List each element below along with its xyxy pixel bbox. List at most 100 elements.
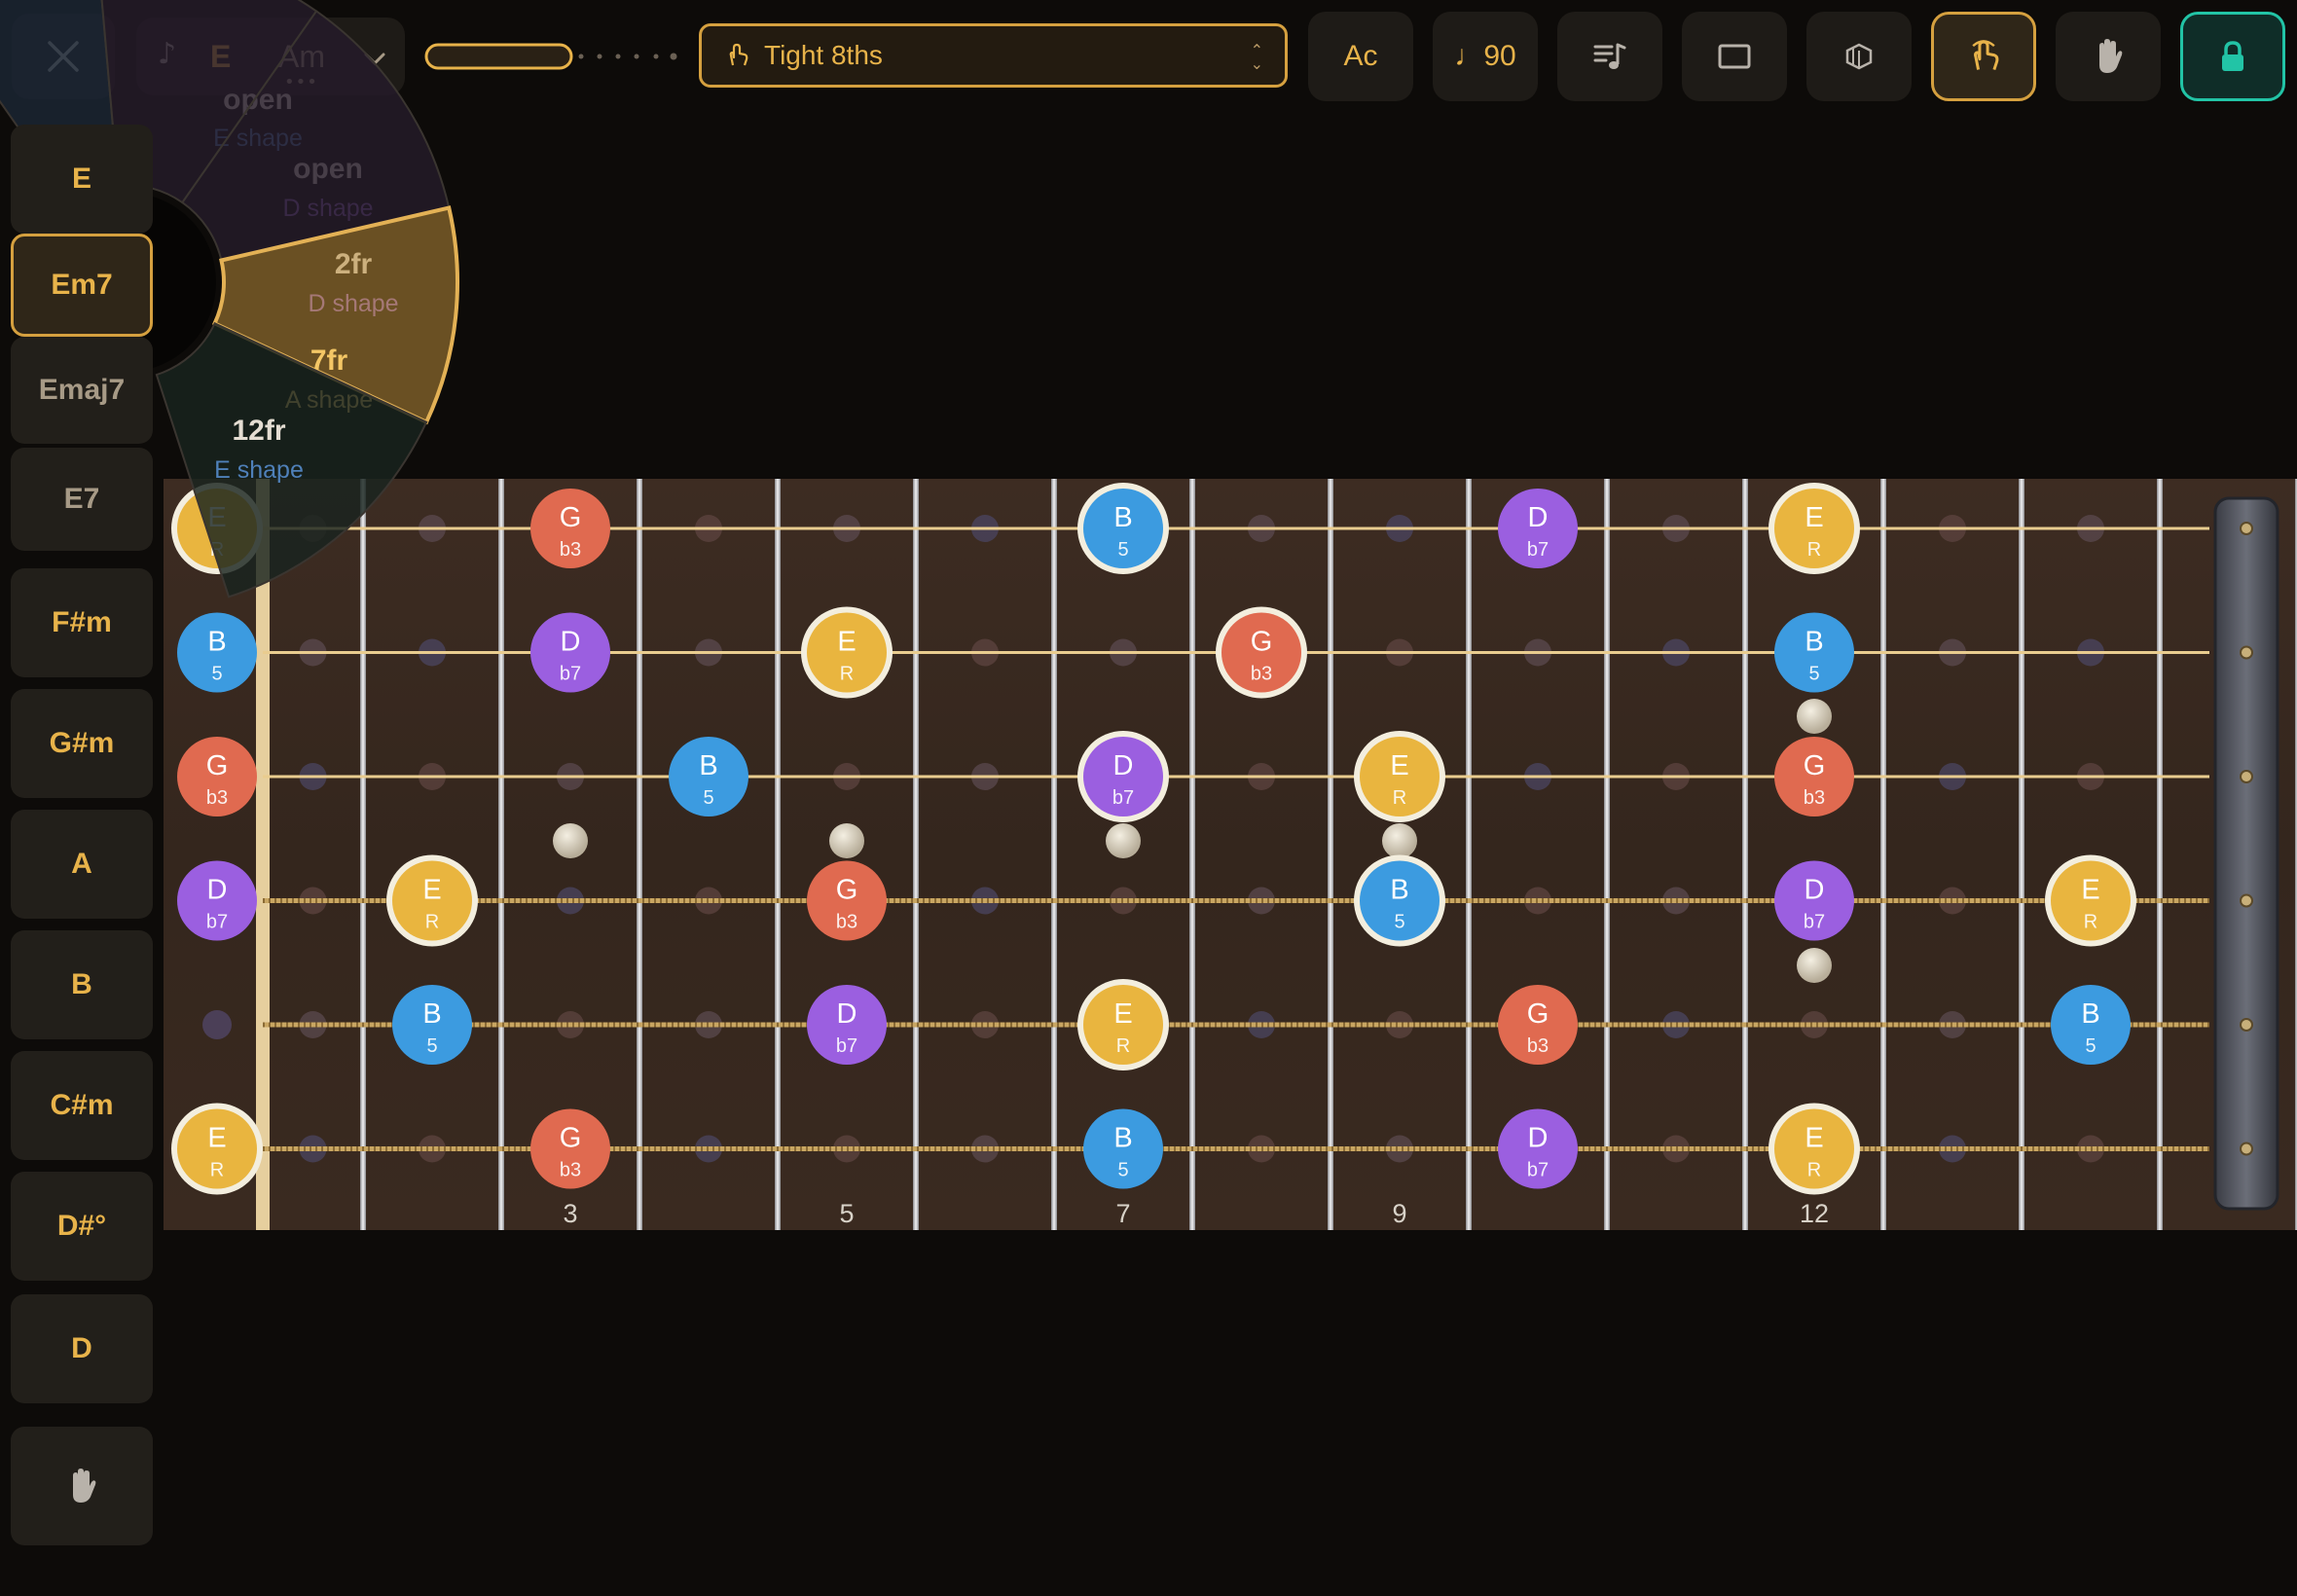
voicing-option-4[interactable]: 12fr E shape: [155, 321, 428, 598]
note-D-s4-f0: Db7: [177, 860, 257, 941]
ghost-dot-44: [1386, 1011, 1413, 1038]
ghost-dot-24: [971, 763, 999, 790]
note-circle: [177, 1108, 257, 1189]
chord-button-6[interactable]: A: [11, 810, 153, 919]
note-D-s6-f10: Db7: [1498, 1108, 1578, 1189]
ghost-dot-27: [1662, 763, 1690, 790]
bpm-label: ♩90: [1454, 40, 1516, 72]
fret-11: [1742, 479, 1748, 1230]
ghost-dot-48: [299, 1135, 327, 1163]
hand-icon: [2099, 39, 2123, 73]
chord-button-10[interactable]: D: [11, 1294, 153, 1403]
ghost-dot-42: [971, 1011, 999, 1038]
ghost-dot-43: [1248, 1011, 1275, 1038]
note-circle: [530, 1108, 610, 1189]
note-circle: [1083, 489, 1163, 568]
note-G-s2-f8: Gb3: [1216, 606, 1307, 699]
chord-button-2[interactable]: Emaj7: [11, 337, 153, 444]
note-interval: b7: [206, 912, 228, 933]
note-B-s2-f12: B5: [1774, 612, 1854, 693]
note-ring: [171, 1103, 263, 1195]
lock-button[interactable]: [2180, 12, 2285, 101]
string-1: [263, 526, 2209, 530]
note-name: E: [422, 875, 441, 906]
chord-button-3[interactable]: E7: [11, 448, 153, 551]
chord-button-4[interactable]: F#m: [11, 568, 153, 677]
fret-inlay-4: [1797, 699, 1832, 734]
note-name: D: [837, 998, 857, 1030]
note-interval: 5: [703, 787, 713, 809]
ghost-dot-52: [971, 1135, 999, 1163]
ghost-dot-38: [1939, 887, 1966, 915]
key-alt[interactable]: Am: [278, 39, 325, 75]
ghost-dot-3: [833, 515, 860, 542]
note-ring: [1077, 483, 1169, 574]
ghost-dot-33: [971, 887, 999, 915]
voicing-shape-1: D shape: [282, 195, 373, 222]
note-interval: b3: [836, 912, 857, 933]
note-E-s4-f2: ER: [386, 854, 478, 947]
note-B-s6-f7: B5: [1083, 1108, 1163, 1189]
tempo-slider[interactable]: [424, 43, 679, 70]
note-circle: [807, 612, 887, 693]
note-circle: [177, 737, 257, 816]
ghost-dot-47: [1939, 1011, 1966, 1038]
fret-14: [2157, 479, 2163, 1230]
ghost-dot-35: [1248, 887, 1275, 915]
nut: [256, 479, 270, 1230]
ghost-dot-15: [1386, 638, 1413, 667]
string-6: [263, 1146, 2209, 1151]
note-interval: b3: [206, 787, 228, 809]
note-circle: [392, 860, 472, 941]
ghost-dot-4: [971, 515, 999, 542]
fretboard-area: ERGb3B5Db7ERB5Db7ERGb3B5Gb3B5Db7ERGb3Db7…: [0, 0, 2297, 1230]
note-name: G: [836, 875, 858, 906]
strings: [263, 526, 2209, 1151]
bpm-button[interactable]: ♩90: [1433, 12, 1538, 101]
fret-number-9: 9: [1392, 1199, 1406, 1228]
pattern-dropdown[interactable]: Tight 8ths ⌃ ⌄: [699, 23, 1288, 88]
note-circle: [807, 985, 887, 1065]
ghost-dot-5: [1248, 515, 1275, 542]
ghost-dot-45: [1662, 1011, 1690, 1038]
tap-mode-button[interactable]: [1931, 12, 2036, 101]
string-4: [263, 898, 2209, 903]
chord-button-5[interactable]: G#m: [11, 689, 153, 798]
close-button[interactable]: [12, 14, 115, 99]
fret-10: [1604, 479, 1610, 1230]
note-name: E: [1805, 502, 1823, 533]
key-root[interactable]: E: [210, 39, 231, 75]
note-interval: R: [210, 1160, 224, 1181]
note-interval: R: [1807, 1160, 1821, 1181]
chord-button-7[interactable]: B: [11, 930, 153, 1039]
note-D-s2-f3: Db7: [530, 612, 610, 693]
frame-button[interactable]: [1682, 12, 1787, 101]
ghost-dot-32: [695, 887, 722, 915]
layers-button[interactable]: [1806, 12, 1912, 101]
notation-button[interactable]: [1557, 12, 1662, 101]
note-interval: R: [425, 912, 439, 933]
hand-mode-button[interactable]: [2056, 12, 2161, 101]
note-circle: [1083, 737, 1163, 816]
note-circle: [1774, 612, 1854, 693]
note-name: D: [561, 627, 581, 658]
key-selector[interactable]: ♪ E Am •••: [136, 18, 405, 95]
chord-button-1[interactable]: Em7: [11, 234, 153, 337]
voicing-shape-2: D shape: [308, 290, 398, 317]
chord-button-0[interactable]: E: [11, 125, 153, 234]
voicing-option-3[interactable]: 7fr A shape: [211, 205, 459, 425]
voicing-segment-3: [211, 205, 459, 425]
ghost-dot-49: [419, 1135, 446, 1163]
fret-4: [775, 479, 781, 1230]
fret-6: [1051, 479, 1057, 1230]
ac-button[interactable]: Ac: [1308, 12, 1413, 101]
chord-button-8[interactable]: C#m: [11, 1051, 153, 1160]
bridge-pin-3: [2240, 770, 2253, 783]
fret-number-5: 5: [839, 1199, 854, 1228]
note-ring: [1768, 1103, 1860, 1195]
note-B-s5-f2: B5: [392, 985, 472, 1065]
chord-button-9[interactable]: D#°: [11, 1172, 153, 1281]
chord-hand-button[interactable]: [11, 1427, 153, 1545]
frets: [256, 479, 2297, 1230]
fret-1: [360, 479, 366, 1230]
